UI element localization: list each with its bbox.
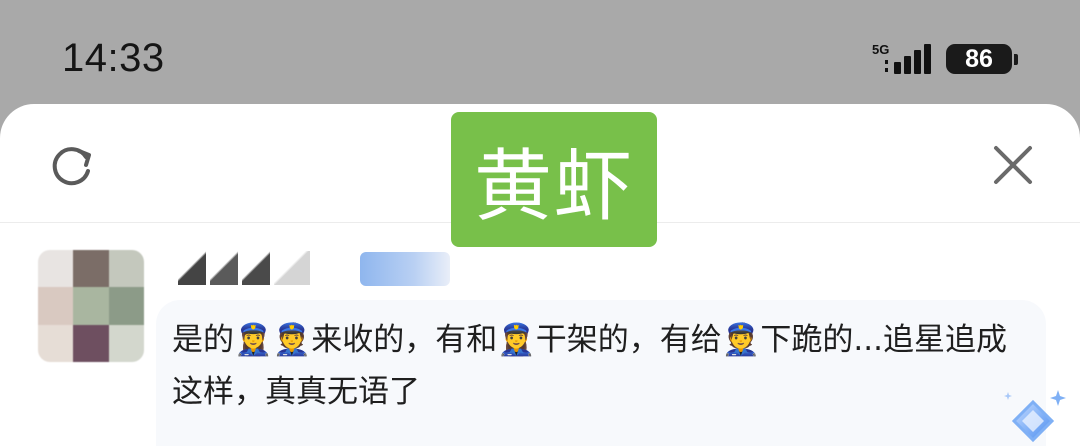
username-redacted[interactable] [178, 251, 328, 285]
user-badge [360, 252, 450, 286]
signal-icon [885, 44, 931, 74]
close-icon[interactable] [990, 142, 1036, 188]
battery-cap [1014, 54, 1018, 65]
status-time: 14:33 [62, 36, 165, 80]
refresh-icon[interactable] [48, 141, 96, 189]
avatar[interactable] [38, 250, 144, 362]
status-bar: 14:33 5G 86 [0, 0, 1080, 104]
comment-text: 是的👮‍♀️👮来收的，有和👮‍♀️干架的，有给👮下跪的...追星追成这样，真真无… [172, 322, 1007, 410]
battery-icon: 86 [946, 44, 1012, 74]
sparkle-icon[interactable] [1000, 388, 1066, 446]
logo-badge: 黄虾 [451, 112, 657, 247]
